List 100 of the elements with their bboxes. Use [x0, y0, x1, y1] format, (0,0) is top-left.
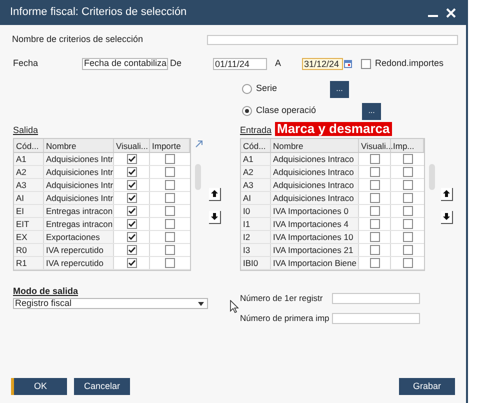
- checkbox[interactable]: [126, 154, 136, 164]
- checkbox[interactable]: [402, 206, 412, 216]
- dialog-button[interactable]: Grabar: [399, 378, 455, 395]
- field-label: De: [170, 56, 183, 70]
- table-cell: Adquisiciones Intr: [44, 152, 114, 164]
- checkbox[interactable]: [126, 258, 136, 268]
- field-label: A: [275, 56, 282, 70]
- checkbox[interactable]: [402, 192, 412, 202]
- checkbox[interactable]: [370, 206, 380, 216]
- checkbox[interactable]: [165, 258, 175, 268]
- checkbox[interactable]: [402, 218, 412, 228]
- scrollbar-thumb[interactable]: [195, 164, 201, 190]
- table-cell: EI: [14, 204, 44, 216]
- field-label: Número de 1er registr: [240, 292, 324, 305]
- dialog-button[interactable]: OK: [11, 378, 67, 395]
- column-header[interactable]: Importe: [150, 138, 190, 152]
- window-title: Informe fiscal: Criterios de selección: [10, 5, 187, 20]
- checkbox[interactable]: [370, 244, 380, 254]
- input-field[interactable]: [332, 293, 420, 304]
- checkbox[interactable]: [402, 180, 412, 190]
- close-icon[interactable]: [446, 8, 456, 18]
- field-label: Nombre de criterios de selección: [12, 33, 144, 46]
- checkbox[interactable]: [402, 232, 412, 242]
- calendar-icon[interactable]: [344, 60, 352, 68]
- checkbox[interactable]: [165, 154, 175, 164]
- input-field[interactable]: [207, 35, 458, 45]
- checkbox[interactable]: [370, 218, 380, 228]
- input-field[interactable]: [332, 313, 420, 324]
- checkbox[interactable]: [361, 58, 371, 68]
- checkbox[interactable]: [126, 244, 136, 254]
- move-down-button[interactable]: [209, 210, 221, 224]
- column-header[interactable]: Nombre: [44, 138, 114, 152]
- checkbox[interactable]: [165, 218, 175, 228]
- column-header[interactable]: Visuali...: [359, 138, 391, 152]
- radio-label[interactable]: Serie: [256, 82, 278, 96]
- table-cell: IVA Importacion Biene: [271, 256, 359, 268]
- browse-button[interactable]: ...: [330, 80, 350, 98]
- checkbox[interactable]: [126, 218, 136, 228]
- table-cell: IVA Importaciones 21: [271, 244, 359, 256]
- checkbox[interactable]: [165, 232, 175, 242]
- checkbox[interactable]: [126, 180, 136, 190]
- checkbox-label[interactable]: Redond.importes: [375, 56, 444, 70]
- date-type-select[interactable]: Fecha de contabiliza: [82, 58, 168, 70]
- section-title: Modo de salida: [13, 284, 78, 298]
- table-cell: AI: [14, 192, 44, 204]
- table-cell: Adquisiciones Intraco: [271, 178, 359, 190]
- radio-button[interactable]: [242, 106, 252, 116]
- checkbox[interactable]: [370, 192, 380, 202]
- dialog-button[interactable]: Cancelar: [74, 378, 130, 395]
- checkbox[interactable]: [370, 232, 380, 242]
- table-cell: A1: [14, 152, 44, 164]
- checkbox[interactable]: [165, 206, 175, 216]
- column-header[interactable]: Nombre: [271, 138, 359, 152]
- scrollbar-thumb[interactable]: [429, 164, 435, 190]
- checkbox[interactable]: [402, 258, 412, 268]
- checkbox[interactable]: [165, 166, 175, 176]
- checkbox[interactable]: [165, 180, 175, 190]
- move-up-button[interactable]: [441, 188, 453, 200]
- table-cell: Adquisiciones Intraco: [271, 192, 359, 204]
- table-cell: A3: [14, 178, 44, 190]
- table-cell: Adquisiciones Intr: [44, 178, 114, 190]
- move-down-button[interactable]: [441, 210, 453, 224]
- table-cell: A1: [241, 152, 271, 164]
- checkbox[interactable]: [370, 258, 380, 268]
- column-header[interactable]: Visuali...: [114, 138, 150, 152]
- table-cell: I2: [241, 230, 271, 242]
- checkbox[interactable]: [126, 232, 136, 242]
- checkbox[interactable]: [165, 192, 175, 202]
- column-header[interactable]: Imp...: [391, 138, 424, 152]
- table-cell: IVA Importaciones 4: [271, 218, 359, 230]
- overlay-caption: Marca y desmarca: [275, 122, 392, 136]
- table-cell: Exportaciones: [44, 230, 114, 242]
- checkbox[interactable]: [126, 206, 136, 216]
- output-mode-select[interactable]: Registro fiscal: [13, 298, 208, 309]
- column-header[interactable]: Cód...: [14, 138, 44, 152]
- checkbox[interactable]: [370, 166, 380, 176]
- checkbox[interactable]: [402, 166, 412, 176]
- checkbox[interactable]: [165, 244, 175, 254]
- checkbox[interactable]: [370, 180, 380, 190]
- checkbox[interactable]: [370, 154, 380, 164]
- checkbox[interactable]: [126, 166, 136, 176]
- field-label: Fecha: [13, 56, 40, 70]
- table-cell: Entregas intracon: [44, 204, 114, 216]
- table-cell: IVA Importaciones 0: [271, 204, 359, 216]
- expand-icon[interactable]: [195, 140, 203, 148]
- table-cell: I3: [241, 244, 271, 256]
- move-up-button[interactable]: [209, 188, 221, 200]
- checkbox[interactable]: [126, 192, 136, 202]
- radio-label[interactable]: Clase operació: [256, 104, 316, 118]
- radio-button[interactable]: [242, 84, 252, 94]
- checkbox[interactable]: [402, 154, 412, 164]
- table-cell: IVA repercutido: [44, 256, 114, 268]
- column-header[interactable]: Cód...: [241, 138, 271, 152]
- checkbox[interactable]: [402, 244, 412, 254]
- browse-button[interactable]: ...: [362, 102, 382, 120]
- date-field[interactable]: 01/11/24: [213, 58, 267, 70]
- table-cell: Adquisiciones Intraco: [271, 166, 359, 178]
- table-cell: AI: [241, 192, 271, 204]
- arrow-down-icon: [211, 213, 218, 220]
- date-field[interactable]: 31/12/24: [302, 58, 343, 70]
